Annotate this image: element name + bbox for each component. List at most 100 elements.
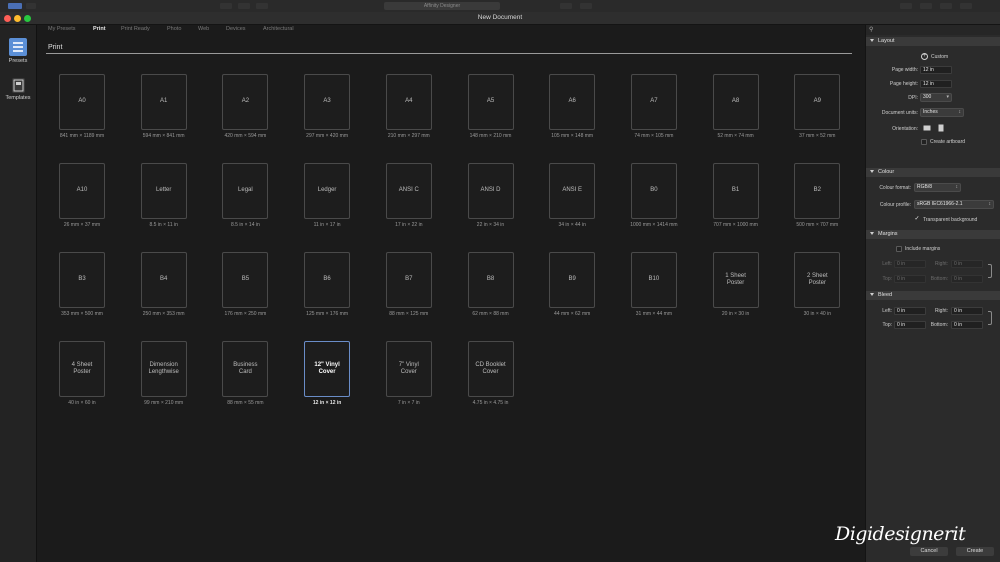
cancel-button[interactable]: Cancel — [910, 547, 948, 556]
preset-thumbnail[interactable]: B4 — [140, 252, 187, 308]
dpi-select[interactable]: 300 ▾ — [920, 93, 952, 102]
preset-item[interactable]: Dimension Lengthwise 99 mm × 210 mm — [132, 341, 196, 417]
preset-item[interactable]: B1 707 mm × 1000 mm — [704, 163, 768, 239]
preset-item[interactable]: A1 594 mm × 841 mm — [132, 74, 196, 150]
preset-thumbnail[interactable]: A1 — [140, 74, 187, 130]
colour-format-select[interactable]: RGB/8 ↕ — [914, 183, 961, 192]
preset-item[interactable]: 12" Vinyl Cover 12 in × 12 in — [295, 341, 359, 417]
preset-item[interactable]: B0 1000 mm × 1414 mm — [622, 163, 686, 239]
preset-item[interactable]: B2 500 mm × 707 mm — [785, 163, 849, 239]
preset-thumbnail[interactable]: 7" Vinyl Cover — [385, 341, 432, 397]
preset-thumbnail[interactable]: A10 — [59, 163, 105, 219]
preset-thumbnail[interactable]: B6 — [304, 252, 351, 308]
page-height-input[interactable]: 12 in — [920, 80, 952, 88]
preset-item[interactable]: ANSI E 34 in × 44 in — [540, 163, 604, 239]
tab-my-presets[interactable]: My Presets — [48, 26, 76, 32]
preset-thumbnail[interactable]: ANSI D — [467, 163, 514, 219]
preset-item[interactable]: A10 26 mm × 37 mm — [50, 163, 114, 239]
preset-thumbnail[interactable]: Ledger — [304, 163, 351, 219]
preset-thumbnail[interactable]: B7 — [385, 252, 432, 308]
preset-thumbnail[interactable]: CD Booklet Cover — [467, 341, 514, 397]
margin-top-input[interactable]: 0 in — [894, 275, 926, 283]
preset-thumbnail[interactable]: A5 — [467, 74, 514, 130]
bleed-section-header[interactable]: Bleed — [866, 291, 1000, 300]
toolbar-icon[interactable] — [940, 3, 952, 9]
tab-photo[interactable]: Photo — [167, 26, 181, 32]
preset-item[interactable]: A8 52 mm × 74 mm — [704, 74, 768, 150]
tab-architectural[interactable]: Architectural — [263, 26, 294, 32]
toolbar-icon[interactable] — [960, 3, 972, 9]
toolbar-icon[interactable] — [900, 3, 912, 9]
preset-item[interactable]: B4 250 mm × 353 mm — [132, 252, 196, 328]
preset-item[interactable]: Legal 8.5 in × 14 in — [213, 163, 277, 239]
preset-item[interactable]: A2 420 mm × 594 mm — [213, 74, 277, 150]
preset-item[interactable]: Business Card 88 mm × 55 mm — [213, 341, 277, 417]
tab-devices[interactable]: Devices — [226, 26, 246, 32]
preset-item[interactable]: B8 62 mm × 88 mm — [459, 252, 523, 328]
preset-thumbnail[interactable]: B0 — [630, 163, 677, 219]
toolbar-icon[interactable] — [220, 3, 232, 9]
preset-item[interactable]: ANSI C 17 in × 22 in — [377, 163, 441, 239]
bleed-right-input[interactable]: 0 in — [951, 307, 983, 315]
preset-item[interactable]: A5 148 mm × 210 mm — [459, 74, 523, 150]
preset-item[interactable]: B5 176 mm × 250 mm — [213, 252, 277, 328]
include-margins-checkbox[interactable] — [896, 246, 902, 252]
preset-item[interactable]: A0 841 mm × 1189 mm — [50, 74, 114, 150]
preset-thumbnail[interactable]: 4 Sheet Poster — [59, 341, 105, 397]
preset-thumbnail[interactable]: ANSI E — [549, 163, 596, 219]
preset-thumbnail[interactable]: A4 — [385, 74, 432, 130]
portrait-orientation-icon[interactable] — [937, 124, 945, 132]
transparent-background-checkbox[interactable]: ✓ — [914, 216, 920, 222]
layout-section-header[interactable]: Layout — [866, 37, 1000, 46]
preset-item[interactable]: A6 105 mm × 148 mm — [540, 74, 604, 150]
link-bleed-icon[interactable] — [988, 311, 992, 325]
preset-thumbnail[interactable]: A8 — [712, 74, 759, 130]
preset-thumbnail[interactable]: B8 — [467, 252, 514, 308]
preset-thumbnail[interactable]: A9 — [794, 74, 841, 130]
preset-item[interactable]: 4 Sheet Poster 40 in × 60 in — [50, 341, 114, 417]
margin-bottom-input[interactable]: 0 in — [951, 275, 983, 283]
preset-thumbnail[interactable]: A0 — [59, 74, 105, 130]
tab-print[interactable]: Print — [93, 26, 106, 32]
preset-item[interactable]: Letter 8.5 in × 11 in — [132, 163, 196, 239]
preset-thumbnail[interactable]: Business Card — [222, 341, 269, 397]
preset-thumbnail[interactable]: B3 — [59, 252, 105, 308]
link-margins-icon[interactable] — [988, 264, 992, 278]
preset-thumbnail[interactable]: B2 — [794, 163, 841, 219]
tab-print-ready[interactable]: Print Ready — [121, 26, 150, 32]
create-artboard-checkbox[interactable] — [921, 139, 927, 145]
tab-web[interactable]: Web — [198, 26, 209, 32]
preset-thumbnail[interactable]: ANSI C — [385, 163, 432, 219]
preset-thumbnail[interactable]: B9 — [549, 252, 596, 308]
toolbar-icon[interactable] — [560, 3, 572, 9]
preset-thumbnail[interactable]: B10 — [630, 252, 677, 308]
toolbar-icon[interactable] — [920, 3, 932, 9]
preset-item[interactable]: A4 210 mm × 297 mm — [377, 74, 441, 150]
preset-item[interactable]: B3 353 mm × 500 mm — [50, 252, 114, 328]
preset-item[interactable]: ANSI D 22 in × 34 in — [459, 163, 523, 239]
preset-thumbnail[interactable]: B5 — [222, 252, 269, 308]
toolbar-icon[interactable] — [580, 3, 592, 9]
sidebar-item-templates[interactable]: Templates — [0, 78, 36, 101]
preset-item[interactable]: B9 44 mm × 62 mm — [540, 252, 604, 328]
preset-thumbnail[interactable]: Dimension Lengthwise — [140, 341, 187, 397]
bleed-left-input[interactable]: 0 in — [894, 307, 926, 315]
preset-thumbnail[interactable]: Legal — [222, 163, 269, 219]
preset-thumbnail[interactable]: 12" Vinyl Cover — [304, 341, 351, 397]
bleed-bottom-input[interactable]: 0 in — [951, 321, 983, 329]
toolbar-icon[interactable] — [238, 3, 250, 9]
colour-profile-select[interactable]: sRGB IEC61966-2.1 ↕ — [914, 200, 994, 209]
preset-thumbnail[interactable]: Letter — [140, 163, 187, 219]
margin-left-input[interactable]: 0 in — [894, 260, 926, 268]
preset-item[interactable]: 7" Vinyl Cover 7 in × 7 in — [377, 341, 441, 417]
preset-thumbnail[interactable]: 2 Sheet Poster — [794, 252, 841, 308]
preset-thumbnail[interactable]: 1 Sheet Poster — [712, 252, 759, 308]
toolbar-icon[interactable] — [256, 3, 268, 9]
preset-thumbnail[interactable]: A3 — [304, 74, 351, 130]
preset-item[interactable]: CD Booklet Cover 4.75 in × 4.75 in — [459, 341, 523, 417]
sidebar-item-presets[interactable]: Presets — [0, 38, 36, 64]
page-width-input[interactable]: 12 in — [920, 66, 952, 74]
preset-item[interactable]: B6 125 mm × 176 mm — [295, 252, 359, 328]
preset-thumbnail[interactable]: A6 — [549, 74, 596, 130]
menu-icon[interactable] — [26, 3, 36, 9]
